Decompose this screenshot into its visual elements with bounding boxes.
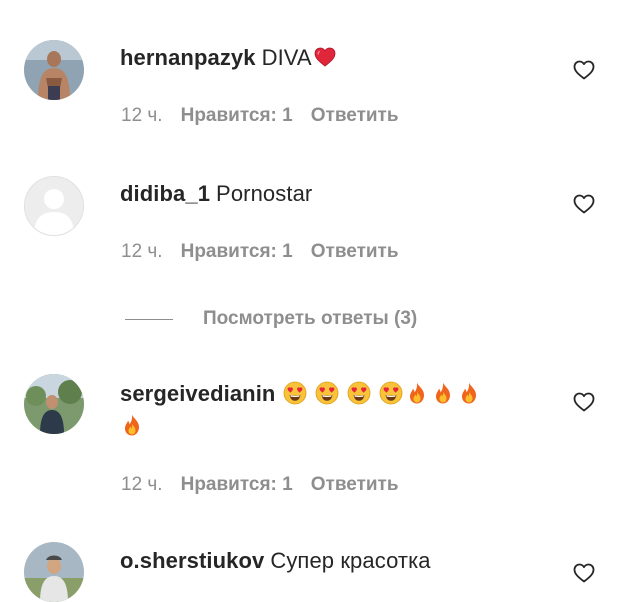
view-replies-button[interactable]: Посмотреть ответы (3) [125,306,417,332]
view-replies-label[interactable]: Посмотреть ответы (3) [203,308,417,330]
comment-body: Супер красотка [270,548,431,573]
fire-icon [120,413,144,437]
avatar[interactable] [24,40,84,100]
like-heart-icon[interactable] [572,58,596,82]
avatar-photo [24,40,84,100]
comment-likes[interactable]: Нравится: 1 [181,105,293,126]
like-heart-icon[interactable] [572,390,596,414]
comment-username[interactable]: hernanpazyk [120,45,256,70]
heart-eyes-face-icon [347,381,371,405]
heart-eyes-face-icon [315,381,339,405]
comment-username[interactable]: o.sherstiukov [120,548,264,573]
avatar-photo [24,374,84,434]
fire-icon [405,381,429,405]
reply-button[interactable]: Ответить [311,241,399,262]
comment-item: o.sherstiukov Супер красотка [0,525,625,602]
heart-eyes-face-icon [379,381,403,405]
fire-icon [457,381,481,405]
comment-time: 12 ч. [121,241,163,262]
comment-username[interactable]: didiba_1 [120,181,210,206]
comment-time: 12 ч. [121,474,163,495]
comment-meta: 12 ч. Нравится: 1 Ответить [121,473,417,497]
reply-button[interactable]: Ответить [311,474,399,495]
avatar[interactable] [24,176,84,236]
comment-item: hernanpazyk DIVA 12 ч. Нравится: 1 Ответить [0,0,625,160]
fire-icon [431,381,455,405]
like-heart-icon[interactable] [572,561,596,585]
comment-text: hernanpazyk DIVA [120,42,560,74]
comment-meta: 12 ч. Нравится: 1 Ответить [121,104,417,128]
replies-divider-line [125,318,173,320]
comment-text: sergeivedianin [120,378,560,442]
comment-likes[interactable]: Нравится: 1 [181,241,293,262]
comment-meta: 12 ч. Нравится: 1 Ответить [121,240,417,264]
comment-text: didiba_1 Pornostar [120,178,560,210]
avatar[interactable] [24,542,84,602]
comment-username[interactable]: sergeivedianin [120,381,275,406]
avatar[interactable] [24,374,84,434]
comment-item: sergeivedianin 12 ч. Нравится: 1 Ответить [0,350,625,525]
heart-eyes-face-icon [283,381,307,405]
avatar-photo [24,542,84,602]
red-heart-icon [313,45,337,69]
reply-button[interactable]: Ответить [311,105,399,126]
comment-text: o.sherstiukov Супер красотка [120,545,560,577]
default-avatar-icon [25,177,83,235]
comment-likes[interactable]: Нравится: 1 [181,474,293,495]
like-heart-icon[interactable] [572,192,596,216]
comment-time: 12 ч. [121,105,163,126]
comment-body: Pornostar [216,181,313,206]
comment-body: DIVA [261,45,312,70]
